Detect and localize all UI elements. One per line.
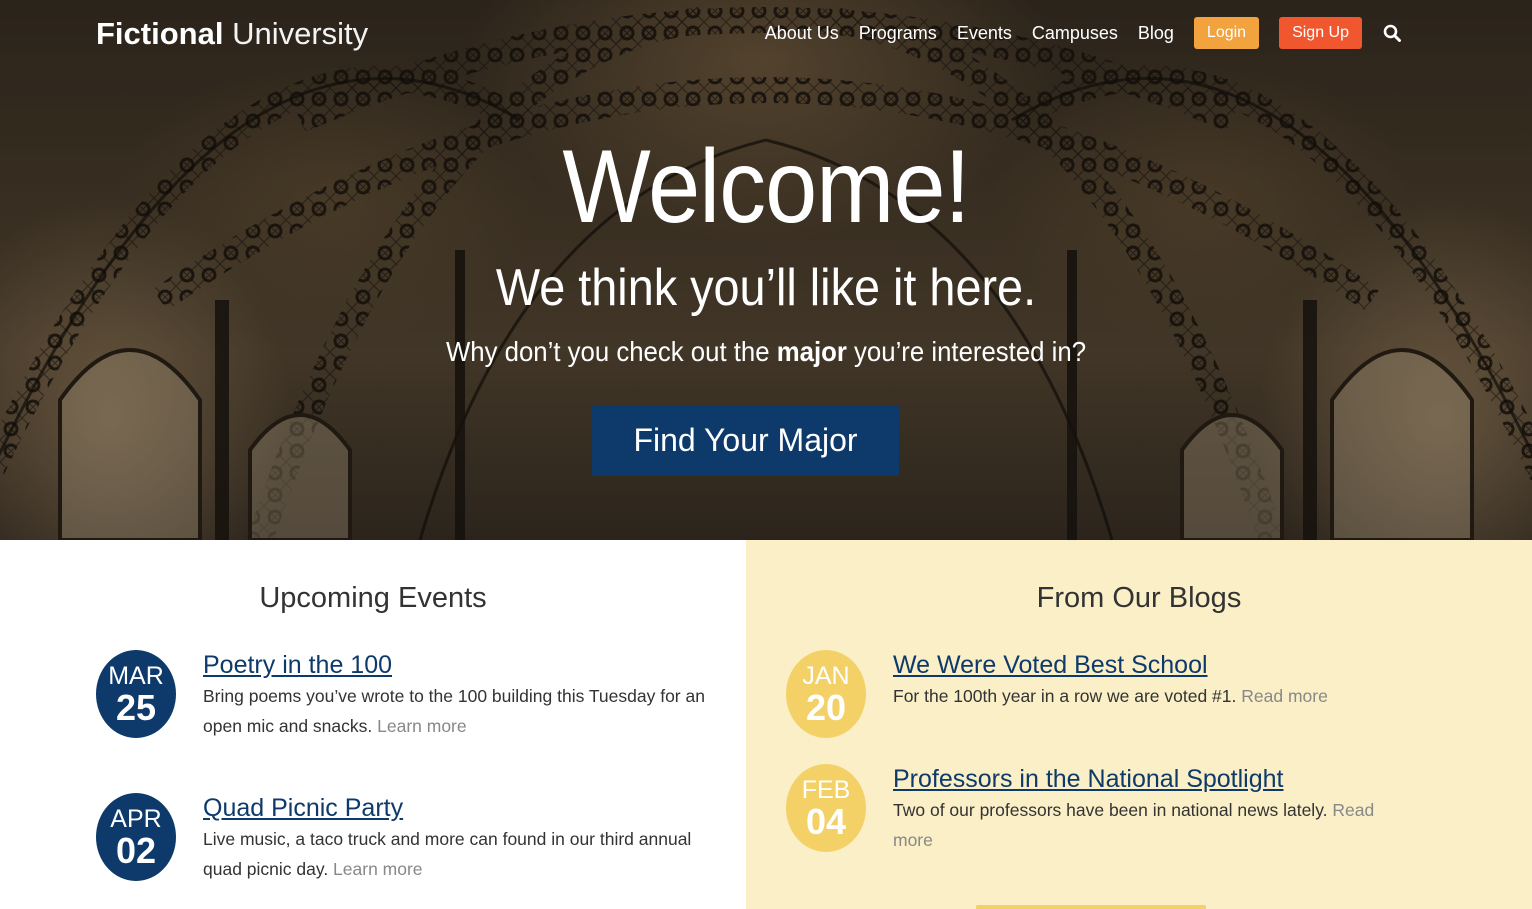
learn-more-link[interactable]: Learn more [377, 716, 467, 736]
logo-bold-text: Fictional [96, 16, 224, 51]
find-your-major-button[interactable]: Find Your Major [592, 405, 899, 476]
nav-about-us[interactable]: About Us [765, 17, 839, 49]
main-nav: About Us Programs Events Campuses Blog L… [745, 17, 1402, 49]
event-day: 02 [115, 830, 157, 871]
event-month: MAR [108, 662, 164, 690]
blog-date-badge[interactable]: JAN 20 [786, 650, 866, 738]
event-description-text: Live music, a taco truck and more can fo… [203, 829, 692, 879]
blog-excerpt: Two of our professors have been in natio… [893, 796, 1413, 855]
blog-title-link[interactable]: We Were Voted Best School [893, 650, 1413, 680]
nav-programs[interactable]: Programs [859, 17, 937, 49]
read-more-link[interactable]: Read more [1241, 686, 1328, 706]
blog-excerpt-text: For the 100th year in a row we are voted… [893, 686, 1242, 706]
blog-excerpt-text: Two of our professors have been in natio… [893, 800, 1333, 820]
hero-banner: Fictional University About Us Programs E… [0, 0, 1532, 540]
event-body: Quad Picnic Party Live music, a taco tru… [203, 793, 723, 884]
nav-blog[interactable]: Blog [1138, 17, 1174, 49]
view-all-blogs-button-edge[interactable] [976, 905, 1206, 909]
blog-body: We Were Voted Best School For the 100th … [893, 650, 1413, 712]
event-body: Poetry in the 100 Bring poems you’ve wro… [203, 650, 723, 741]
hero-tagline-start: Why don’t you check out the [445, 336, 777, 367]
blog-day: 04 [805, 801, 847, 842]
blogs-heading: From Our Blogs [1036, 582, 1242, 614]
events-heading: Upcoming Events [259, 582, 487, 614]
event-title-link[interactable]: Poetry in the 100 [203, 650, 723, 680]
site-header: Fictional University About Us Programs E… [0, 0, 1532, 72]
event-day: 25 [115, 687, 157, 728]
search-button[interactable] [1382, 17, 1402, 49]
logo-light-text: University [232, 16, 369, 51]
nav-events[interactable]: Events [957, 17, 1012, 49]
login-button[interactable]: Login [1193, 17, 1260, 49]
hero-tagline-emphasis: major [776, 336, 847, 367]
event-description: Bring poems you’ve wrote to the 100 buil… [203, 682, 723, 741]
search-icon [1383, 24, 1401, 42]
blog-date-badge[interactable]: FEB 04 [786, 764, 866, 852]
event-title-link[interactable]: Quad Picnic Party [203, 793, 723, 823]
event-description: Live music, a taco truck and more can fo… [203, 825, 723, 884]
hero-title: Welcome! [562, 129, 970, 245]
event-month: APR [110, 805, 162, 833]
nav-campuses[interactable]: Campuses [1032, 17, 1118, 49]
blog-title-link[interactable]: Professors in the National Spotlight [893, 764, 1413, 794]
blog-day: 20 [805, 687, 847, 728]
event-date-badge[interactable]: MAR 25 [96, 650, 176, 738]
blog-month: JAN [802, 662, 850, 690]
blog-month: FEB [801, 776, 851, 804]
site-logo[interactable]: Fictional University [96, 16, 368, 52]
learn-more-link[interactable]: Learn more [333, 859, 423, 879]
hero-tagline: Why don’t you check out the major you’re… [61, 336, 1470, 368]
event-date-badge[interactable]: APR 02 [96, 793, 176, 881]
blog-body: Professors in the National Spotlight Two… [893, 764, 1413, 855]
hero-subtitle: We think you’ll like it here. [495, 259, 1037, 317]
hero-tagline-end: you’re interested in? [846, 336, 1087, 367]
signup-button[interactable]: Sign Up [1279, 17, 1362, 49]
blog-excerpt: For the 100th year in a row we are voted… [893, 682, 1413, 712]
